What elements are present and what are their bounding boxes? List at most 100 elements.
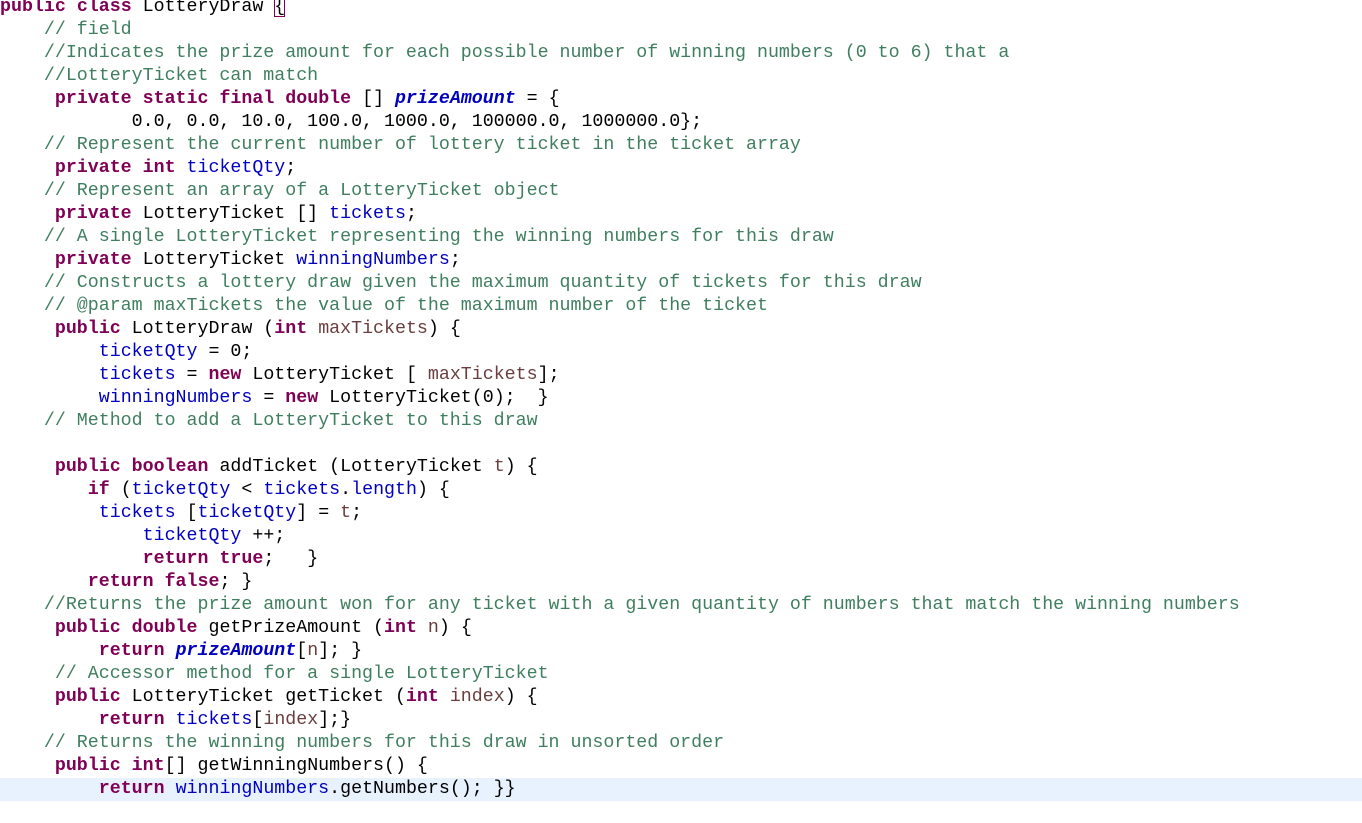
code-line[interactable]: return false; } (0, 571, 1362, 594)
keyword: private (54, 158, 132, 178)
param-ref: index (263, 710, 319, 730)
code-line[interactable]: return tickets[index];} (0, 709, 1362, 732)
code-text: ) { (427, 319, 461, 339)
comment: //Indicates the prize amount for each po… (43, 43, 1010, 63)
code-line[interactable]: // Method to add a LotteryTicket to this… (0, 410, 1362, 433)
code-line[interactable]: // @param maxTickets the value of the ma… (0, 295, 1362, 318)
code-line[interactable]: winningNumbers = new LotteryTicket(0); } (0, 387, 1362, 410)
code-text: ; } (219, 572, 253, 592)
code-line[interactable]: private LotteryTicket [] tickets; (0, 203, 1362, 226)
code-text: ; (405, 204, 417, 224)
keyword: true (219, 549, 264, 569)
comment: // field (43, 20, 132, 40)
code-line[interactable]: tickets [ticketQty] = t; (0, 502, 1362, 525)
keyword: final (219, 89, 275, 109)
code-line[interactable]: public class LotteryDraw { (0, 0, 1362, 19)
code-line[interactable]: return prizeAmount[n]; } (0, 640, 1362, 663)
code-line[interactable] (0, 433, 1362, 456)
code-line[interactable]: //Indicates the prize amount for each po… (0, 42, 1362, 65)
code-line[interactable]: // Constructs a lottery draw given the m… (0, 272, 1362, 295)
code-line[interactable]: return true; } (0, 548, 1362, 571)
code-text: [ (296, 641, 308, 661)
code-text: . (340, 480, 352, 500)
field-ref: winningNumbers (98, 388, 253, 408)
keyword: return (142, 549, 209, 569)
keyword: private (54, 250, 132, 270)
code-line[interactable]: // Returns the winning numbers for this … (0, 732, 1362, 755)
param-ref: t (340, 503, 352, 523)
code-text: [] (351, 89, 396, 109)
param-ref: index (449, 687, 505, 707)
code-line[interactable]: private LotteryTicket winningNumbers; (0, 249, 1362, 272)
static-field-ref: prizeAmount (395, 89, 516, 109)
code-line[interactable]: //LotteryTicket can match (0, 65, 1362, 88)
code-text: < (230, 480, 264, 500)
code-editor[interactable]: public class LotteryDraw { // field //In… (0, 0, 1362, 823)
code-line[interactable]: ticketQty ++; (0, 525, 1362, 548)
comment: //Returns the prize amount won for any t… (43, 595, 1240, 615)
comment: // Accessor method for a single LotteryT… (54, 664, 549, 684)
code-line[interactable]: tickets = new LotteryTicket [ maxTickets… (0, 364, 1362, 387)
comment: // Method to add a LotteryTicket to this… (43, 411, 538, 431)
code-line[interactable]: 0.0, 0.0, 10.0, 100.0, 1000.0, 100000.0,… (0, 111, 1362, 134)
keyword: new (208, 365, 242, 385)
code-text: = (252, 388, 286, 408)
field-ref: length (351, 480, 417, 500)
keyword: return (87, 572, 154, 592)
keyword: int (384, 618, 417, 638)
code-line[interactable]: private static final double [] prizeAmou… (0, 88, 1362, 111)
current-code-line[interactable]: return winningNumbers.getNumbers(); }} (0, 778, 1362, 801)
code-line[interactable]: public boolean addTicket (LotteryTicket … (0, 456, 1362, 479)
code-line[interactable]: // Represent an array of a LotteryTicket… (0, 180, 1362, 203)
code-text: .getNumbers(); }} (329, 779, 516, 799)
field-ref: tickets (329, 204, 406, 224)
field-ref: tickets (175, 710, 253, 730)
code-line[interactable]: public LotteryTicket getTicket (int inde… (0, 686, 1362, 709)
code-line[interactable]: if (ticketQty < tickets.length) { (0, 479, 1362, 502)
code-text: ]; (537, 365, 560, 385)
code-line[interactable]: // A single LotteryTicket representing t… (0, 226, 1362, 249)
code-line[interactable]: //Returns the prize amount won for any t… (0, 594, 1362, 617)
code-text: ] = (296, 503, 341, 523)
code-line[interactable]: // Represent the current number of lotte… (0, 134, 1362, 157)
code-text: = (175, 365, 209, 385)
code-line[interactable]: public LotteryDraw (int maxTickets) { (0, 318, 1362, 341)
code-text: ) { (504, 687, 538, 707)
keyword: int (142, 158, 176, 178)
code-line[interactable]: public int[] getWinningNumbers() { (0, 755, 1362, 778)
code-line[interactable]: public double getPrizeAmount (int n) { (0, 617, 1362, 640)
code-line[interactable]: private int ticketQty; (0, 157, 1362, 180)
keyword: private (54, 204, 132, 224)
keyword: private (54, 89, 132, 109)
field-ref: ticketQty (186, 158, 286, 178)
code-text: LotteryTicket [ (241, 365, 428, 385)
code-line[interactable]: // Accessor method for a single LotteryT… (0, 663, 1362, 686)
code-line[interactable]: // field (0, 19, 1362, 42)
keyword: int (131, 756, 165, 776)
code-line[interactable]: ticketQty = 0; (0, 341, 1362, 364)
